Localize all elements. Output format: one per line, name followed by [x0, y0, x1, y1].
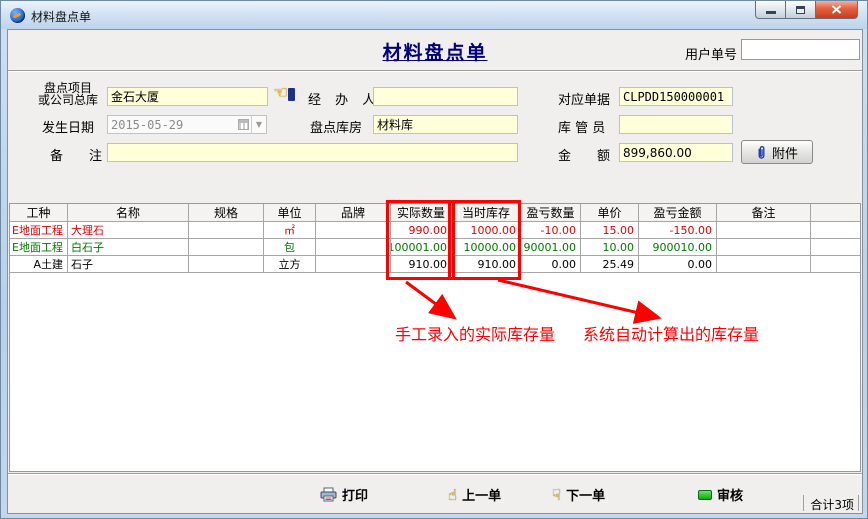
warehouse-input[interactable]	[373, 115, 518, 134]
remark-input[interactable]	[107, 143, 518, 162]
minimize-icon	[766, 11, 776, 14]
cell-price[interactable]: 25.49	[581, 256, 639, 272]
app-window: 材料盘点单 材料盘点单 用户单号 盘点项目 或公司总库 ☜ 经 办 人 对应单据	[0, 0, 868, 519]
cell-diff-qty[interactable]: -10.00	[521, 222, 581, 238]
amount-input[interactable]	[619, 143, 733, 162]
cell-unit[interactable]: ㎡	[264, 222, 316, 238]
titlebar[interactable]: 材料盘点单	[1, 1, 867, 29]
cell-brand[interactable]	[316, 256, 391, 272]
cell-name[interactable]: 白石子	[68, 239, 189, 255]
paperclip-icon	[756, 145, 767, 160]
cell-spec[interactable]	[189, 222, 264, 238]
col-header: 盈亏数量	[521, 204, 581, 221]
cell-remark[interactable]	[717, 239, 811, 255]
hand-left-icon: ☜	[273, 83, 288, 103]
operator-label: 经 办 人	[308, 89, 380, 108]
cell-spec[interactable]	[189, 256, 264, 272]
project-label: 盘点项目 或公司总库	[30, 82, 106, 106]
date-label: 发生日期	[42, 117, 94, 136]
project-lookup-button[interactable]: ☜	[273, 85, 295, 103]
audit-button[interactable]: 审核	[698, 485, 743, 504]
print-label: 打印	[342, 485, 368, 504]
hand-down-icon: ☟	[552, 486, 561, 504]
printer-icon	[320, 487, 337, 502]
audit-label: 审核	[717, 485, 743, 504]
audit-status-icon	[698, 490, 712, 500]
total-count: 合计3项	[803, 495, 859, 511]
cell-worktype[interactable]: A土建	[10, 256, 68, 272]
keeper-input[interactable]	[619, 115, 733, 134]
highlight-box-system-stock	[448, 200, 521, 280]
minimize-button[interactable]	[755, 1, 786, 19]
user-no-label: 用户单号	[685, 44, 737, 63]
cell-diff-qty[interactable]: 90001.00	[521, 239, 581, 255]
col-header: 规格	[189, 204, 264, 221]
cell-name[interactable]: 大理石	[68, 222, 189, 238]
cell-filler	[811, 222, 860, 238]
header-separator	[8, 70, 862, 72]
attachment-label: 附件	[772, 143, 798, 162]
cell-brand[interactable]	[316, 222, 391, 238]
cell-diff-amount[interactable]: 900010.00	[639, 239, 717, 255]
content-panel: 材料盘点单 用户单号 盘点项目 或公司总库 ☜ 经 办 人 对应单据 发生日期 …	[7, 29, 863, 514]
col-header: 备注	[717, 204, 811, 221]
close-button[interactable]	[815, 1, 858, 19]
cell-diff-amount[interactable]: -150.00	[639, 222, 717, 238]
project-input[interactable]	[107, 87, 268, 106]
print-button[interactable]: 打印	[320, 485, 368, 504]
cell-price[interactable]: 15.00	[581, 222, 639, 238]
cell-price[interactable]: 10.00	[581, 239, 639, 255]
cell-name[interactable]: 石子	[68, 256, 189, 272]
col-header-filler	[811, 204, 860, 221]
keeper-label: 库 管 员	[558, 117, 605, 136]
footer-bar: 打印 ☝ 上一单 ☟ 下一单 审核 合计3项	[8, 475, 862, 513]
close-icon	[831, 5, 842, 14]
cell-remark[interactable]	[717, 256, 811, 272]
doc-label: 对应单据	[558, 89, 610, 108]
app-logo-icon	[10, 8, 25, 23]
highlight-box-actual-qty	[386, 200, 455, 280]
window-title: 材料盘点单	[31, 8, 91, 25]
hand-up-icon: ☝	[448, 486, 457, 504]
annotation-right-note: 系统自动计算出的库存量	[583, 321, 759, 345]
previous-doc-button[interactable]: ☝ 上一单	[448, 485, 501, 504]
doc-no-input[interactable]	[619, 87, 733, 106]
date-value: 2015-05-29	[108, 118, 238, 132]
annotation-left-note: 手工录入的实际库存量	[395, 321, 555, 345]
previous-label: 上一单	[462, 485, 501, 504]
attachment-button[interactable]: 附件	[741, 140, 813, 164]
cell-filler	[811, 256, 860, 272]
remark-label: 备 注	[50, 145, 102, 164]
book-icon	[288, 88, 295, 101]
warehouse-label: 盘点库房	[310, 117, 362, 136]
cell-brand[interactable]	[316, 239, 391, 255]
cell-worktype[interactable]: E地面工程	[10, 239, 68, 255]
cell-filler	[811, 239, 860, 255]
amount-label: 金 额	[558, 145, 610, 164]
cell-remark[interactable]	[717, 222, 811, 238]
cell-worktype[interactable]: E地面工程	[10, 222, 68, 238]
col-header: 名称	[68, 204, 189, 221]
cell-unit[interactable]: 包	[264, 239, 316, 255]
operator-input[interactable]	[373, 87, 518, 106]
col-header: 单价	[581, 204, 639, 221]
col-header: 工种	[10, 204, 68, 221]
calendar-icon	[238, 119, 249, 130]
col-header: 单位	[264, 204, 316, 221]
window-controls	[755, 1, 858, 19]
next-label: 下一单	[566, 485, 605, 504]
date-picker[interactable]: 2015-05-29 ▼	[107, 115, 267, 134]
user-no-input[interactable]	[741, 39, 860, 60]
date-dropdown-button[interactable]: ▼	[251, 116, 266, 133]
cell-diff-amount[interactable]: 0.00	[639, 256, 717, 272]
maximize-button[interactable]	[786, 1, 815, 19]
next-doc-button[interactable]: ☟ 下一单	[552, 485, 605, 504]
cell-unit[interactable]: 立方	[264, 256, 316, 272]
cell-spec[interactable]	[189, 239, 264, 255]
chevron-down-icon: ▼	[256, 120, 262, 129]
maximize-icon	[796, 6, 805, 14]
col-header: 盈亏金额	[639, 204, 717, 221]
col-header: 品牌	[316, 204, 391, 221]
cell-diff-qty[interactable]: 0.00	[521, 256, 581, 272]
